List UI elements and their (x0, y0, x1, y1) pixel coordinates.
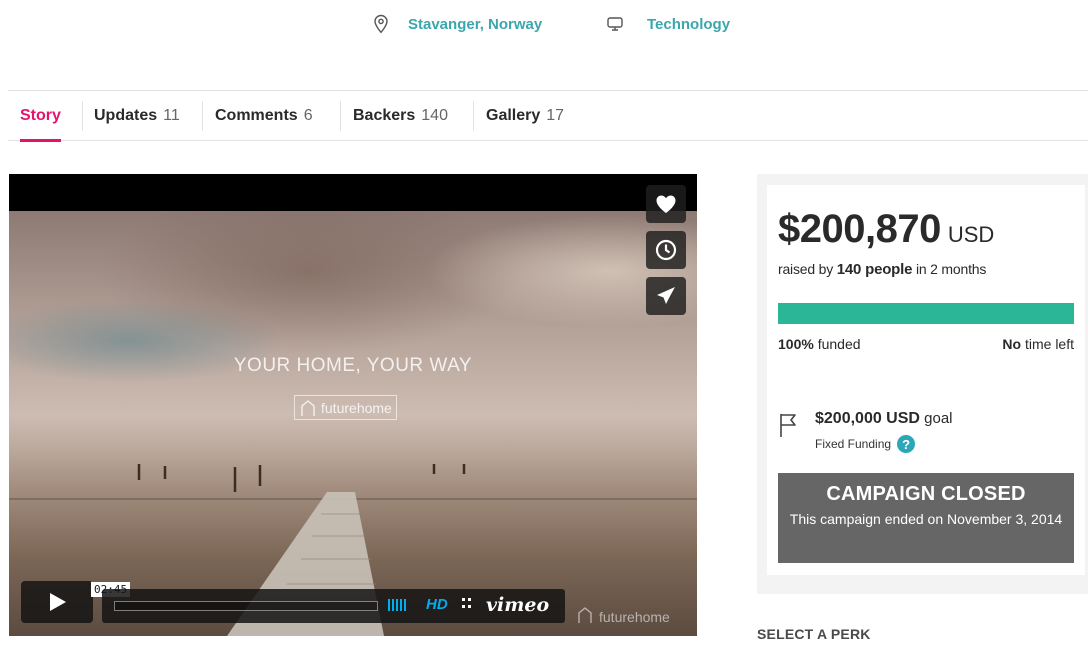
campaign-closed-banner: CAMPAIGN CLOSED This campaign ended on N… (778, 473, 1074, 563)
funding-type-label: Fixed Funding (815, 437, 892, 451)
tab-label: Gallery (486, 107, 541, 124)
video-player[interactable]: YOUR HOME, YOUR WAY futurehome 02:45 HD … (9, 174, 697, 636)
fullscreen-icon (462, 598, 471, 608)
raised-people: 140 people (836, 261, 913, 278)
play-icon (50, 593, 66, 611)
campaign-tabs: Story Updates 11 Comments 6 Backers 140 … (8, 90, 1088, 142)
goal-value: $200,000 USD (815, 410, 920, 427)
raised-prefix: raised by (778, 261, 834, 277)
funding-card: $200,870 USD raised by 140 people in 2 m… (767, 185, 1085, 575)
amount-raised: $200,870 USD (778, 207, 994, 252)
location-label: Stavanger, Norway (408, 15, 543, 33)
funding-type: Fixed Funding ? (815, 435, 953, 453)
goal-amount: $200,000 USD goal (815, 410, 953, 428)
video-controls: HD vimeo (102, 589, 565, 623)
tab-divider (82, 101, 83, 131)
tab-label: Updates (94, 107, 158, 124)
funded-percent: 100% funded (778, 336, 861, 352)
tab-count: 17 (546, 107, 565, 124)
category-link[interactable]: Technology (605, 14, 730, 34)
category-label: Technology (647, 15, 731, 33)
like-button[interactable] (646, 185, 686, 223)
funding-goal: $200,000 USD goal Fixed Funding ? (778, 410, 953, 453)
clock-icon (655, 239, 677, 261)
tab-count: 6 (303, 107, 313, 124)
watermark-prefix: future (599, 608, 635, 625)
play-button[interactable] (21, 581, 93, 623)
heart-icon (656, 195, 676, 213)
monitor-icon (605, 14, 625, 34)
amount-value: $200,870 (778, 207, 941, 251)
video-progress-bar[interactable] (114, 601, 378, 611)
funding-progress-bar (778, 303, 1074, 324)
tab-count: 140 (421, 107, 448, 124)
brand-watermark: future home (577, 606, 670, 627)
hd-toggle[interactable]: HD (426, 596, 448, 613)
vimeo-logo[interactable]: vimeo (486, 594, 549, 616)
flag-icon (778, 412, 802, 443)
tab-gallery[interactable]: Gallery 17 (486, 91, 564, 141)
amount-currency: USD (947, 222, 995, 247)
logo-suffix: home (356, 399, 392, 416)
video-title: YOUR HOME, YOUR WAY (233, 355, 473, 376)
funded-label: funded (817, 336, 861, 352)
time-left-label: time left (1024, 336, 1074, 352)
watch-later-button[interactable] (646, 231, 686, 269)
tab-label: Comments (215, 107, 298, 124)
house-icon (300, 399, 316, 420)
time-left-value: No (1002, 336, 1022, 352)
tab-label: Backers (353, 107, 416, 124)
help-icon[interactable]: ? (897, 435, 916, 453)
raised-suffix: in 2 months (915, 261, 987, 277)
funded-value: 100% (778, 336, 814, 352)
tab-label: Story (20, 107, 61, 124)
house-icon (577, 606, 593, 627)
tab-updates[interactable]: Updates 11 (94, 91, 180, 141)
tab-divider (202, 101, 203, 131)
campaign-meta: Stavanger, Norway Technology (0, 14, 1088, 42)
video-logo: future home (294, 395, 397, 420)
watermark-suffix: home (634, 608, 670, 625)
share-button[interactable] (646, 277, 686, 315)
tab-divider (473, 101, 474, 131)
tab-backers[interactable]: Backers 140 (353, 91, 448, 141)
closed-title: CAMPAIGN CLOSED (826, 483, 1026, 505)
fullscreen-button[interactable] (460, 595, 476, 616)
tab-divider (340, 101, 341, 131)
logo-prefix: future (321, 399, 357, 416)
time-left: No time left (1002, 336, 1074, 352)
tab-story[interactable]: Story (20, 91, 61, 142)
paper-plane-icon (657, 287, 675, 304)
tab-comments[interactable]: Comments 6 (215, 91, 313, 141)
goal-label: goal (924, 410, 953, 427)
map-pin-icon (371, 14, 391, 34)
video-frame (9, 211, 697, 636)
tab-count: 11 (163, 107, 180, 124)
location-link[interactable]: Stavanger, Norway (371, 14, 542, 34)
funding-progress-fill (778, 303, 1074, 324)
raised-summary: raised by 140 people in 2 months (778, 261, 986, 278)
select-perk-heading: SELECT A PERK (757, 626, 871, 642)
closed-text: This campaign ended on November 3, 2014 (789, 511, 1063, 527)
volume-control[interactable] (388, 599, 406, 611)
